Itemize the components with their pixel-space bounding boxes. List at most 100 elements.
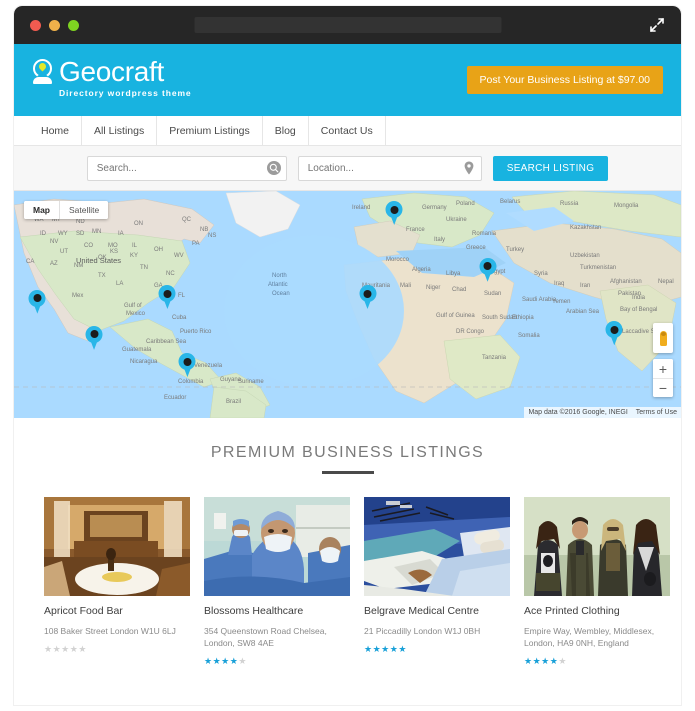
map-attribution: Map data ©2016 Google, INEGI Terms of Us… bbox=[524, 407, 681, 418]
svg-text:Atlantic: Atlantic bbox=[268, 282, 288, 288]
svg-text:Greece: Greece bbox=[466, 245, 486, 251]
location-field-wrap bbox=[297, 155, 482, 181]
nav-item-contact-us[interactable]: Contact Us bbox=[309, 116, 386, 145]
rating-stars: ★★★★★ bbox=[364, 644, 510, 654]
main-navigation: Home All Listings Premium Listings Blog … bbox=[14, 116, 681, 146]
marker-us-east[interactable] bbox=[158, 285, 176, 310]
maximize-window-button[interactable] bbox=[68, 19, 79, 31]
marker-mexico[interactable] bbox=[85, 325, 103, 350]
marker-india[interactable] bbox=[605, 321, 623, 346]
svg-text:Guatemala: Guatemala bbox=[122, 347, 152, 353]
star-icon: ★ bbox=[204, 655, 213, 666]
svg-text:IA: IA bbox=[118, 231, 124, 237]
svg-text:Germany: Germany bbox=[422, 205, 447, 211]
window-controls bbox=[30, 19, 79, 31]
search-bar: SEARCH LISTING bbox=[14, 146, 681, 191]
expand-arrows-icon[interactable] bbox=[649, 17, 665, 33]
address-bar[interactable] bbox=[194, 17, 501, 33]
search-field-wrap bbox=[86, 155, 287, 181]
svg-text:Mexico: Mexico bbox=[126, 311, 146, 317]
svg-text:North: North bbox=[272, 273, 287, 279]
listing-title[interactable]: Apricot Food Bar bbox=[44, 605, 190, 618]
svg-text:LA: LA bbox=[116, 281, 123, 287]
listing-title[interactable]: Belgrave Medical Centre bbox=[364, 605, 510, 618]
nav-item-home[interactable]: Home bbox=[32, 116, 83, 145]
zoom-in-button[interactable]: + bbox=[653, 359, 673, 378]
nav-item-premium-listings[interactable]: Premium Listings bbox=[157, 116, 263, 145]
nav-item-all-listings[interactable]: All Listings bbox=[82, 116, 158, 145]
svg-text:Yemen: Yemen bbox=[552, 299, 570, 305]
svg-text:PA: PA bbox=[192, 241, 200, 247]
rating-stars: ★★★★★ bbox=[204, 656, 350, 666]
title-underline bbox=[321, 471, 374, 474]
svg-text:Cuba: Cuba bbox=[172, 315, 187, 321]
marker-portugal[interactable] bbox=[359, 285, 376, 310]
svg-text:DR Congo: DR Congo bbox=[456, 329, 485, 335]
svg-text:NC: NC bbox=[166, 271, 175, 277]
list-item[interactable]: Apricot Food Bar 108 Baker Street London… bbox=[44, 496, 190, 666]
svg-text:Nepal: Nepal bbox=[658, 279, 674, 285]
listing-title[interactable]: Blossoms Healthcare bbox=[204, 605, 350, 618]
marker-uk[interactable] bbox=[385, 201, 403, 226]
map-area[interactable]: United States North Atlantic Ocean Irela… bbox=[14, 191, 681, 418]
listing-address: 108 Baker Street London W1U 6LJ bbox=[44, 625, 176, 636]
svg-text:Poland: Poland bbox=[456, 201, 475, 207]
svg-text:Ukraine: Ukraine bbox=[446, 217, 467, 223]
svg-text:Caribbean Sea: Caribbean Sea bbox=[146, 339, 187, 345]
svg-text:AZ: AZ bbox=[50, 261, 58, 267]
listing-address: 354 Queenstown Road Chelsea, London, SW8… bbox=[204, 625, 327, 648]
location-input[interactable] bbox=[297, 155, 482, 181]
svg-text:Libya: Libya bbox=[446, 271, 461, 277]
search-listing-button[interactable]: SEARCH LISTING bbox=[492, 155, 609, 181]
svg-text:Brazil: Brazil bbox=[226, 399, 241, 405]
star-icon: ★ bbox=[398, 643, 407, 654]
svg-text:Ireland: Ireland bbox=[352, 205, 370, 211]
svg-text:NV: NV bbox=[50, 239, 58, 245]
marker-us-west[interactable] bbox=[28, 289, 46, 314]
listing-title[interactable]: Ace Printed Clothing bbox=[524, 605, 670, 618]
minimize-window-button[interactable] bbox=[49, 19, 60, 31]
marker-central-am[interactable] bbox=[178, 353, 196, 378]
star-icon: ★ bbox=[541, 655, 550, 666]
star-icon: ★ bbox=[212, 655, 222, 666]
svg-text:Somalia: Somalia bbox=[518, 333, 540, 339]
brand-tagline: Directory wordpress theme bbox=[59, 88, 192, 98]
list-item[interactable]: Ace Printed Clothing Empire Way, Wembley… bbox=[524, 496, 670, 666]
svg-text:MO: MO bbox=[108, 243, 118, 249]
svg-text:Romania: Romania bbox=[472, 231, 497, 237]
fashion-group-photo[interactable] bbox=[524, 496, 670, 596]
close-window-button[interactable] bbox=[30, 19, 41, 31]
svg-text:Nicaragua: Nicaragua bbox=[130, 359, 158, 365]
svg-text:Mex: Mex bbox=[72, 293, 83, 299]
svg-text:IL: IL bbox=[132, 243, 138, 249]
svg-text:ID: ID bbox=[40, 231, 47, 237]
map-type-satellite-button[interactable]: Satellite bbox=[59, 201, 109, 219]
nav-item-blog[interactable]: Blog bbox=[263, 116, 309, 145]
map-type-map-button[interactable]: Map bbox=[24, 201, 59, 219]
restaurant-interior-photo[interactable] bbox=[44, 496, 190, 596]
svg-text:Kazakhstan: Kazakhstan bbox=[570, 225, 601, 231]
svg-text:CA: CA bbox=[26, 259, 34, 265]
svg-text:KY: KY bbox=[130, 253, 138, 259]
listing-cards: Apricot Food Bar 108 Baker Street London… bbox=[44, 496, 670, 666]
browser-titlebar bbox=[14, 6, 681, 44]
svg-text:FL: FL bbox=[178, 293, 186, 299]
list-item[interactable]: Belgrave Medical Centre 21 Piccadilly Lo… bbox=[364, 496, 510, 666]
street-view-pegman-icon[interactable] bbox=[653, 323, 673, 353]
svg-text:ON: ON bbox=[134, 221, 143, 227]
post-listing-cta-button[interactable]: Post Your Business Listing at $97.00 bbox=[466, 66, 663, 94]
map-zoom-control: + − bbox=[653, 359, 673, 397]
map-canvas[interactable]: United States North Atlantic Ocean Irela… bbox=[14, 191, 681, 418]
surgical-drapes-photo[interactable] bbox=[364, 496, 510, 596]
svg-text:Russia: Russia bbox=[560, 201, 579, 207]
svg-text:Niger: Niger bbox=[426, 285, 440, 291]
svg-text:Ethiopia: Ethiopia bbox=[512, 315, 534, 321]
surgeons-operating-photo[interactable] bbox=[204, 496, 350, 596]
list-item[interactable]: Blossoms Healthcare 354 Queenstown Road … bbox=[204, 496, 350, 666]
zoom-out-button[interactable]: − bbox=[653, 378, 673, 397]
terms-of-use-link[interactable]: Terms of Use bbox=[636, 409, 677, 416]
svg-text:Morocco: Morocco bbox=[386, 257, 410, 263]
marker-turkey[interactable] bbox=[479, 257, 497, 282]
site-logo[interactable]: Geocraft Directory wordpress theme bbox=[32, 57, 192, 98]
search-input[interactable] bbox=[86, 155, 287, 181]
